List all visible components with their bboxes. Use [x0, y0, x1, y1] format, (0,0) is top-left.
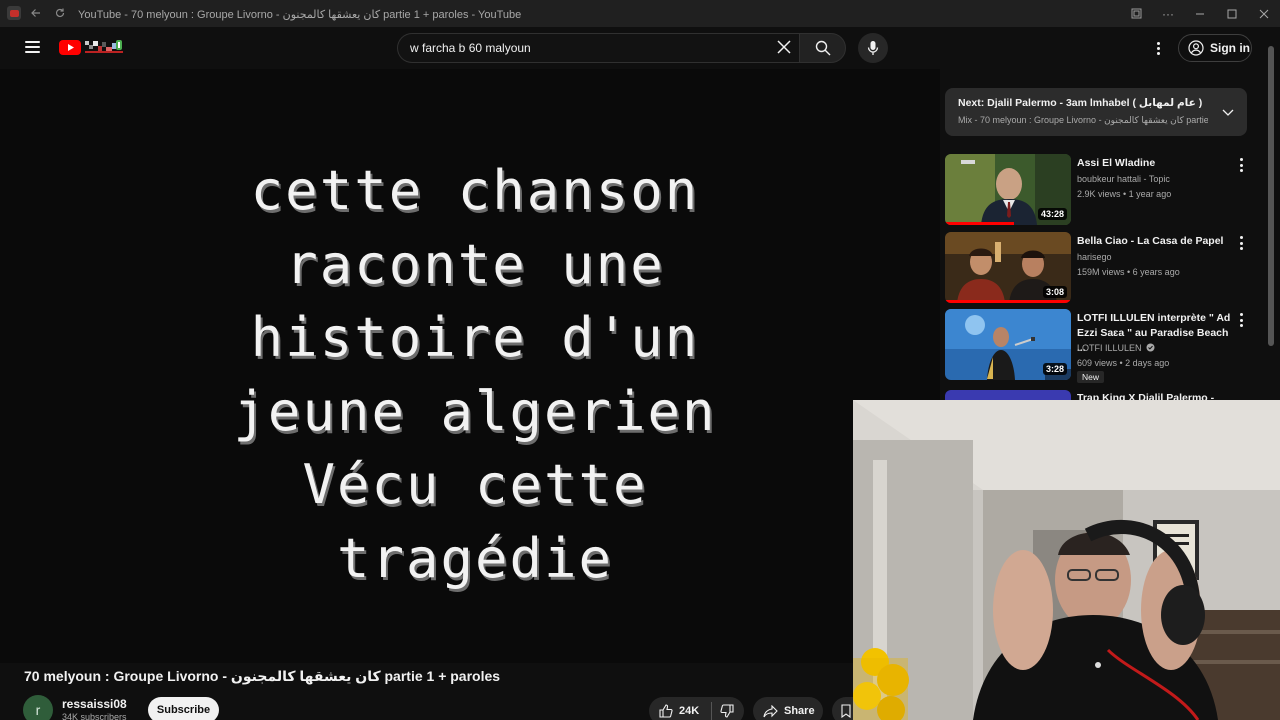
voice-search-button[interactable]	[858, 33, 888, 63]
channel-name[interactable]: ressaissi08	[62, 697, 127, 711]
lyric-line: tragédie	[336, 526, 614, 590]
search-input[interactable]	[398, 41, 758, 55]
settings-kebab-icon[interactable]	[1150, 38, 1166, 58]
recommendation-item[interactable]: 3:28 LOTFI ILLULEN interprète " Ad Ezzi …	[945, 309, 1255, 389]
more-actions-icon[interactable]	[1238, 158, 1244, 172]
thumbs-down-icon	[720, 704, 734, 718]
video-thumbnail[interactable]	[945, 390, 1071, 400]
recommendation-channel[interactable]: harisego	[1077, 252, 1112, 262]
chevron-down-icon[interactable]	[1221, 105, 1235, 119]
share-button[interactable]: Share	[753, 697, 823, 720]
recommendation-meta: 2.9K views • 1 year ago	[1077, 189, 1172, 199]
channel-avatar[interactable]: r	[23, 695, 53, 720]
menu-icon[interactable]	[25, 41, 40, 53]
sign-in-button[interactable]: Sign in	[1178, 34, 1252, 62]
up-next-panel[interactable]: Next: Djalil Palermo - 3am lmhabel ( عام…	[945, 88, 1247, 136]
verified-icon	[1146, 343, 1155, 352]
recommendation-title[interactable]: Assi El Wladine	[1077, 156, 1232, 171]
minimize-button[interactable]	[1184, 0, 1216, 27]
up-next-subtitle: Mix - 70 melyoun : Groupe Livorno - كان …	[958, 115, 1208, 125]
lyric-line: raconte une	[285, 232, 665, 296]
lyric-line: cette chanson	[250, 159, 700, 222]
maximize-button[interactable]	[1216, 0, 1248, 27]
microphone-icon	[867, 41, 879, 55]
video-title: 70 melyoun : Groupe Livorno - كان يعشقها…	[24, 668, 501, 684]
sign-in-label: Sign in	[1210, 41, 1250, 55]
like-button[interactable]: 24K	[649, 704, 711, 718]
recommendation-title[interactable]: Bella Ciao - La Casa de Papel	[1077, 234, 1232, 249]
recommendation-channel[interactable]: LOTFI ILLULEN	[1077, 343, 1155, 353]
webcam-overlay	[853, 400, 1280, 720]
thumbs-up-icon	[659, 704, 673, 718]
browser-titlebar: YouTube - 70 melyoun : Groupe Livorno - …	[0, 0, 1280, 27]
lyric-line: histoire d'un	[250, 306, 700, 369]
watch-progress-bar	[945, 300, 1071, 303]
close-button[interactable]	[1248, 0, 1280, 27]
more-options-icon[interactable]: ···	[1152, 0, 1184, 27]
duration-badge: 43:28	[1037, 208, 1067, 220]
more-actions-icon[interactable]	[1238, 236, 1244, 250]
lyrics-overlay: cette chanson raconte une histoire d'un …	[0, 154, 950, 595]
search-button[interactable]	[799, 33, 846, 63]
new-badge: New	[1077, 371, 1105, 383]
bookmark-icon	[841, 704, 851, 718]
recommendation-meta: 159M views • 6 years ago	[1077, 267, 1180, 277]
up-next-title: Next: Djalil Palermo - 3am lmhabel ( عام…	[958, 97, 1203, 109]
recommendation-channel[interactable]: boubkeur hattali - Topic	[1077, 174, 1170, 184]
duration-badge: 3:08	[1042, 286, 1067, 298]
like-dislike-group: 24K	[649, 697, 744, 720]
lyric-line: jeune algerien	[233, 379, 717, 443]
lyric-line: Vécu cette	[302, 453, 648, 516]
clear-search-icon[interactable]	[775, 39, 793, 57]
back-arrow-icon[interactable]	[28, 5, 44, 21]
subscribe-button[interactable]: Subscribe	[148, 697, 219, 720]
recommendation-item[interactable]: 3:08 Bella Ciao - La Casa de Papel haris…	[945, 232, 1255, 304]
dislike-button[interactable]	[712, 704, 734, 718]
video-thumbnail[interactable]: 43:28	[945, 154, 1071, 225]
channel-label: LOTFI ILLULEN	[1077, 343, 1142, 353]
window-title: YouTube - 70 melyoun : Groupe Livorno - …	[78, 9, 522, 21]
app-icon	[7, 6, 21, 20]
duration-badge: 3:28	[1042, 363, 1067, 375]
like-count: 24K	[679, 705, 700, 717]
youtube-header: Sign in	[0, 27, 1280, 69]
recommendation-title[interactable]: Trap King X Djalil Palermo -	[1077, 391, 1232, 400]
recommendation-meta: 609 views • 2 days ago	[1077, 358, 1170, 368]
recommendation-item[interactable]: Trap King X Djalil Palermo -	[945, 390, 1255, 400]
search-box[interactable]	[397, 33, 799, 63]
share-label: Share	[784, 705, 815, 717]
search-icon	[815, 40, 830, 56]
video-thumbnail[interactable]: 3:08	[945, 232, 1071, 303]
subscriber-count: 34K subscribers	[62, 712, 127, 720]
share-icon	[763, 704, 778, 717]
account-icon	[1188, 40, 1204, 56]
app-view-icon[interactable]	[1120, 0, 1152, 27]
watch-progress-bar	[945, 222, 1015, 225]
scrollbar-thumb[interactable]	[1268, 46, 1274, 346]
video-player[interactable]: cette chanson raconte une histoire d'un …	[0, 69, 940, 663]
more-actions-icon[interactable]	[1238, 313, 1244, 327]
recommendation-item[interactable]: 43:28 Assi El Wladine boubkeur hattali -…	[945, 154, 1255, 226]
sidebar-scrollbar[interactable]	[1268, 34, 1276, 354]
video-thumbnail[interactable]: 3:28	[945, 309, 1071, 380]
reload-icon[interactable]	[52, 5, 68, 21]
youtube-logo[interactable]	[59, 37, 129, 59]
